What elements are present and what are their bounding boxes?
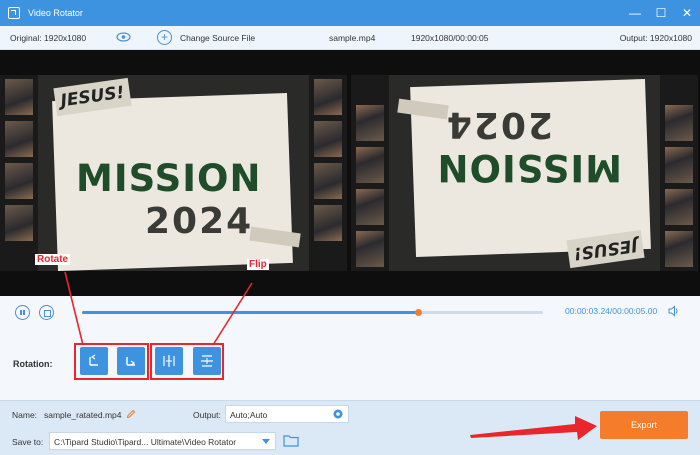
output-file-name: sample_ratated.mp4 <box>44 410 122 420</box>
poster-year: 2024 <box>444 104 553 145</box>
pause-icon[interactable] <box>15 305 30 320</box>
window-controls: — ☐ ✕ <box>622 0 700 26</box>
flip-horizontal-icon <box>163 355 175 367</box>
name-label: Name: <box>12 410 38 420</box>
rotate-right-button[interactable] <box>117 347 145 375</box>
stop-icon[interactable] <box>39 305 54 320</box>
rotate-annotation: Rotate <box>35 254 71 265</box>
film-strip <box>660 75 698 271</box>
poster-title: MISSION <box>76 157 262 200</box>
gear-icon[interactable] <box>332 408 344 420</box>
export-button[interactable]: Export <box>600 411 688 439</box>
info-bar: Original: 1920x1080 + Change Source File… <box>0 26 700 50</box>
film-strip <box>309 75 347 271</box>
save-path-select[interactable]: C:\Tipard Studio\Tipard... Ultimate\Vide… <box>49 432 276 450</box>
file-name: sample.mp4 <box>329 32 376 43</box>
output-format-value: Auto;Auto <box>230 410 268 420</box>
app-rotate-icon <box>8 7 20 19</box>
rotate-left-icon <box>89 354 98 366</box>
output-settings: Name: sample_ratated.mp4 Output: Auto;Au… <box>0 400 700 455</box>
eye-icon[interactable] <box>116 32 131 42</box>
playback-time: 00:00:03.24/00:00:05.00 <box>565 306 658 316</box>
rotation-label: Rotation: <box>13 359 53 369</box>
change-source-button[interactable]: Change Source File <box>180 33 255 43</box>
output-resolution: Output: 1920x1080 <box>619 32 692 43</box>
poster-year: 2024 <box>145 201 254 242</box>
playback-controls: 00:00:03.24/00:00:05.00 Rotation: <box>0 296 700 400</box>
add-source-icon[interactable]: + <box>157 30 172 45</box>
film-strip <box>351 75 389 271</box>
original-resolution: Original: 1920x1080 <box>10 32 87 43</box>
volume-icon[interactable] <box>668 305 680 317</box>
chevron-down-icon[interactable] <box>262 439 270 444</box>
preview-area: JESUS! MISSION 2024 JESUS! MISSION 2024 <box>0 50 700 296</box>
close-icon[interactable]: ✕ <box>674 0 700 26</box>
progress-slider[interactable] <box>82 309 543 316</box>
save-to-label: Save to: <box>12 437 44 447</box>
film-strip <box>0 75 38 271</box>
title-bar: Video Rotator — ☐ ✕ <box>0 0 700 26</box>
save-path-value: C:\Tipard Studio\Tipard... Ultimate\Vide… <box>54 437 237 447</box>
flip-vertical-icon <box>201 355 213 367</box>
progress-handle[interactable] <box>415 309 423 316</box>
rotate-left-button[interactable] <box>80 347 108 375</box>
output-preview: JESUS! MISSION 2024 <box>351 75 698 271</box>
output-label: Output: <box>193 410 221 420</box>
poster-title: MISSION <box>436 146 622 189</box>
folder-icon[interactable] <box>283 434 299 447</box>
progress-fill <box>82 311 419 314</box>
window-title: Video Rotator <box>28 8 83 18</box>
maximize-icon[interactable]: ☐ <box>648 0 674 26</box>
flip-vertical-button[interactable] <box>193 347 221 375</box>
rotate-right-icon <box>126 357 136 366</box>
output-format-field[interactable]: Auto;Auto <box>225 405 349 423</box>
edit-name-icon[interactable] <box>126 409 136 419</box>
flip-annotation: Flip <box>247 259 269 270</box>
flip-horizontal-button[interactable] <box>155 347 183 375</box>
file-info: 1920x1080/00:00:05 <box>411 32 489 43</box>
original-preview: JESUS! MISSION 2024 <box>0 75 347 271</box>
minimize-icon[interactable]: — <box>622 0 648 26</box>
